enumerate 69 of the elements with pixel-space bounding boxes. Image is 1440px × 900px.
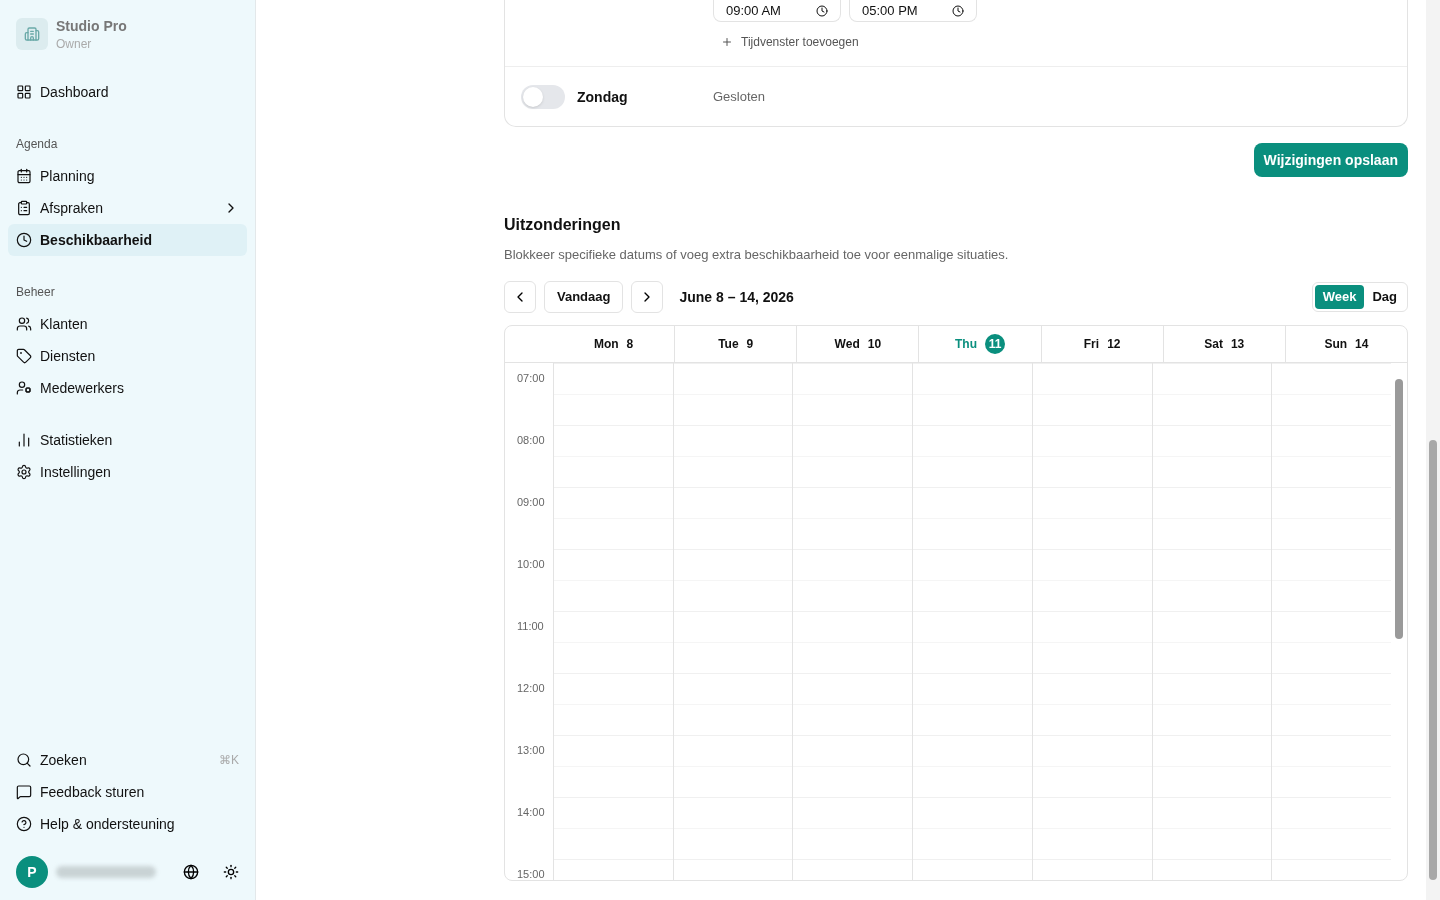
time-field[interactable]: 09:00 AM — [713, 0, 841, 22]
sidebar-item[interactable]: Afspraken — [8, 192, 247, 224]
sidebar-item[interactable]: Beschikbaarheid — [8, 224, 247, 256]
day-header: Wed 10 — [796, 325, 919, 362]
day-header: Fri 12 — [1040, 325, 1163, 362]
plus-icon — [721, 36, 733, 48]
globe-icon[interactable] — [183, 864, 199, 880]
sidebar-item[interactable]: Diensten — [8, 340, 247, 372]
save-button[interactable]: Wijzigingen opslaan — [1253, 143, 1408, 177]
user-icon — [16, 380, 32, 396]
scrollbar-thumb[interactable] — [1429, 440, 1437, 880]
view-tab[interactable]: Week — [1314, 284, 1365, 309]
sun-icon[interactable] — [223, 864, 239, 880]
dashboard-icon — [16, 84, 32, 100]
section-title: Uitzonderingen — [504, 215, 622, 235]
day-name: Zondag — [577, 87, 629, 107]
calendar-icon — [16, 168, 32, 184]
clock-icon — [816, 5, 828, 17]
user-icon — [16, 316, 32, 332]
sidebar-item[interactable]: Medewerkers — [8, 372, 247, 404]
day-header: Sat 13 — [1162, 325, 1285, 362]
time-label: 07:00 — [517, 371, 545, 384]
next-button[interactable] — [631, 280, 664, 313]
day-header: Mon 8 — [592, 335, 635, 353]
settings-icon — [16, 464, 32, 480]
sidebar-item[interactable]: Feedback sturen — [8, 776, 247, 808]
time-label: 15:00 — [517, 867, 545, 880]
section-description: Blokkeer specifieke datums of voeg extra beschikbaarheid toe voor eenmalige situaties. — [504, 246, 1010, 264]
help-icon — [16, 816, 32, 832]
tag-icon — [16, 348, 32, 364]
sidebar-item[interactable]: Planning — [8, 160, 247, 192]
day-header: Sun 14 — [1284, 325, 1407, 362]
brand-name: Studio Pro — [56, 17, 127, 36]
day-status: Gesloten — [713, 87, 766, 106]
sidebar-item[interactable]: Zoeken ⌘K — [8, 744, 247, 776]
add-time-window-link[interactable]: Tijdvenster toevoegen — [721, 34, 1407, 50]
sidebar-item[interactable]: Instellingen — [8, 456, 247, 488]
day-header: Tue 9 — [674, 325, 797, 362]
clipboard-icon — [16, 200, 32, 216]
sidebar-item[interactable]: Klanten — [8, 308, 247, 340]
bar-chart-icon — [16, 432, 32, 448]
time-label: 13:00 — [517, 743, 545, 756]
time-label: 11:00 — [517, 619, 544, 632]
time-label: 14:00 — [517, 805, 545, 818]
user-role: Owner — [56, 36, 93, 52]
time-label: 09:00 — [517, 495, 545, 508]
shortcut-hint: ⌘K — [219, 752, 239, 768]
time-field[interactable]: 05:00 PM — [849, 0, 977, 22]
clock-icon — [952, 5, 964, 17]
time-label: 08:00 — [517, 433, 545, 446]
time-label: 12:00 — [517, 681, 545, 694]
scrollbar-thumb[interactable] — [1395, 378, 1404, 639]
search-icon — [16, 752, 32, 768]
clock-icon — [16, 232, 32, 248]
day-header: Thu 11 — [918, 325, 1041, 362]
sidebar-item[interactable]: Statistieken — [8, 424, 247, 456]
previous-button[interactable] — [504, 280, 536, 313]
time-label: 10:00 — [517, 557, 545, 570]
sidebar-item[interactable]: Help & ondersteuning — [8, 808, 247, 840]
date-range: June 8 – 14, 2026 — [679, 287, 794, 307]
avatar[interactable]: P — [16, 856, 48, 888]
section-heading: Beheer — [15, 284, 56, 301]
view-tab[interactable]: Dag — [1364, 284, 1405, 309]
chat-bubble-icon — [16, 784, 32, 800]
sidebar-item[interactable]: Dashboard — [8, 76, 247, 108]
logo-icon — [16, 18, 48, 50]
section-heading: Agenda — [15, 136, 59, 153]
today-button[interactable]: Vandaag — [544, 280, 624, 313]
toggle-switch[interactable] — [521, 84, 565, 109]
